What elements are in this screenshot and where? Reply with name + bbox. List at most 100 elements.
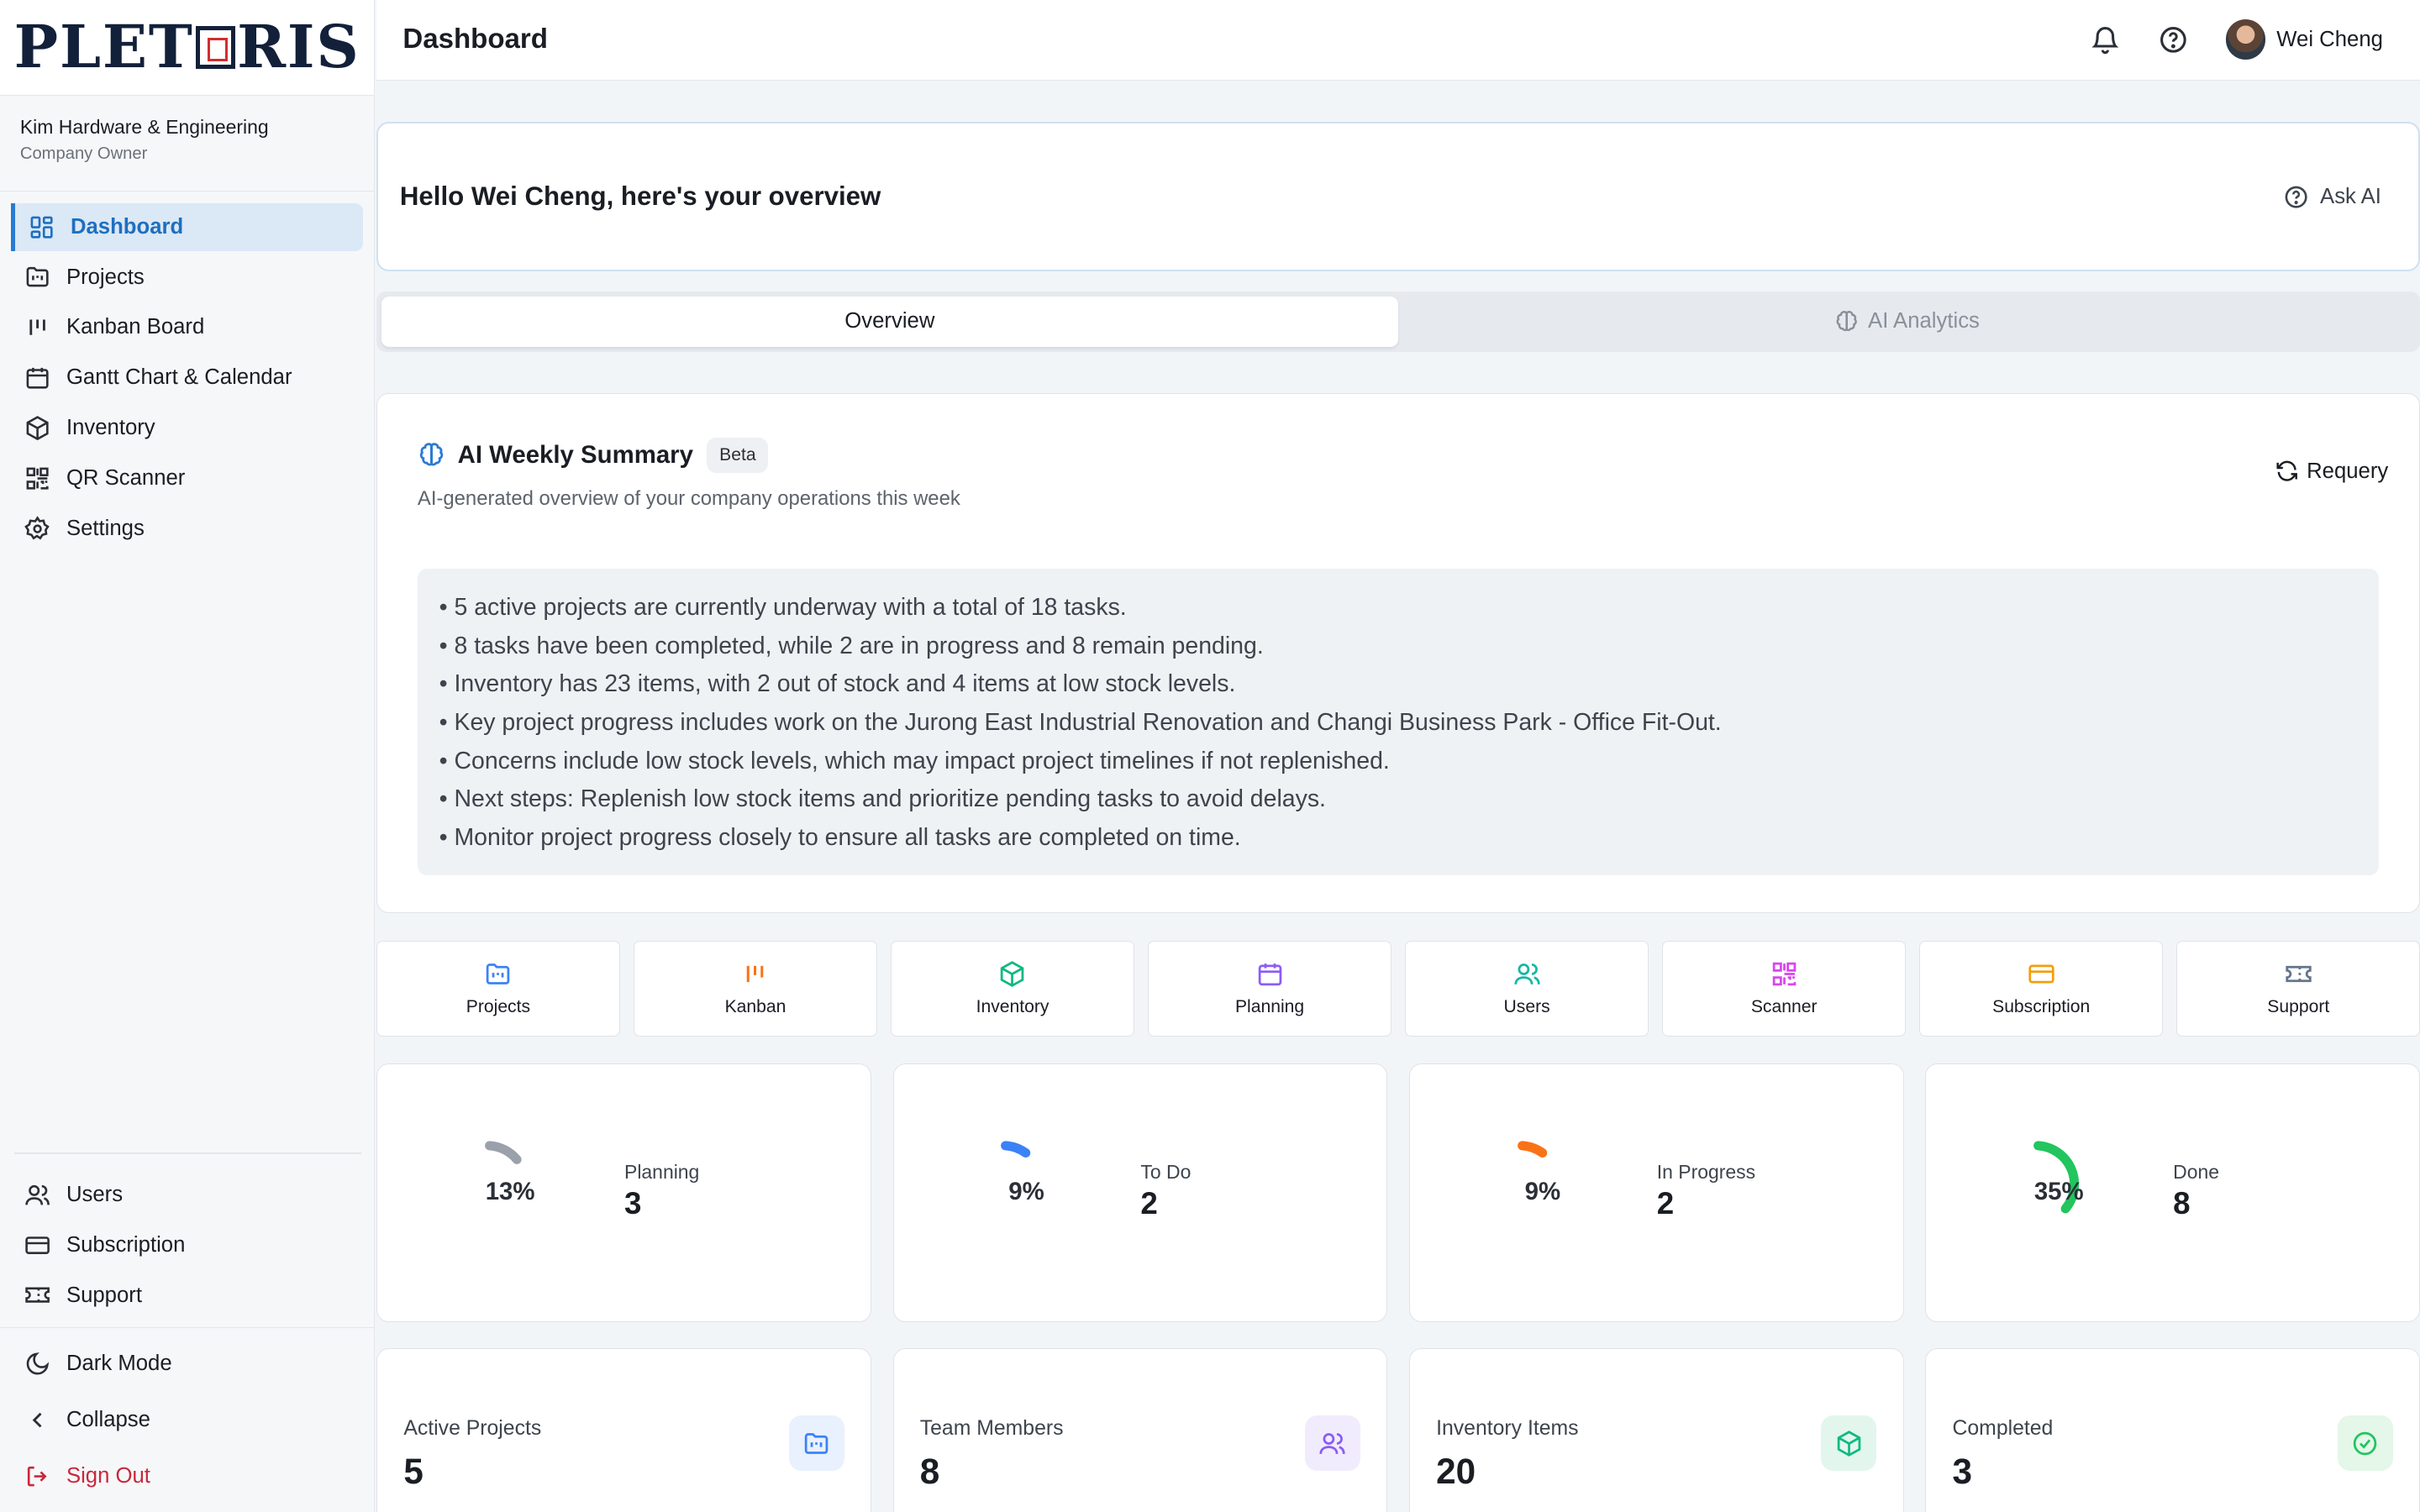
brain-icon xyxy=(1836,311,1857,332)
progress-percent: 9% xyxy=(1008,1178,1044,1206)
card-icon xyxy=(2028,964,2054,984)
progress-ring: 9% xyxy=(1489,1115,1597,1238)
progress-percent: 13% xyxy=(485,1178,535,1206)
logo-text-left: PLET xyxy=(13,13,194,82)
quick-action-kanban[interactable]: Kanban xyxy=(634,941,877,1037)
summary-body: • 5 active projects are currently underw… xyxy=(417,568,2380,876)
sidebar-item-label: Inventory xyxy=(66,416,155,440)
tab-overview[interactable]: Overview xyxy=(381,296,1399,348)
summary-bullet: • 8 tasks have been completed, while 2 a… xyxy=(439,632,1264,659)
metric-completed[interactable]: Completed 3 xyxy=(1925,1348,2420,1512)
metric-inventory-items[interactable]: Inventory Items 20 xyxy=(1408,1348,1904,1512)
metric-label: Active Projects xyxy=(403,1417,542,1441)
check-circle-icon xyxy=(2353,1431,2377,1456)
folder-icon xyxy=(26,267,49,287)
sidebar-item-gantt-calendar[interactable]: Gantt Chart & Calendar xyxy=(11,354,364,402)
summary-bullet: • Next steps: Replenish low stock items … xyxy=(439,785,1326,813)
progress-arc xyxy=(1001,1141,1031,1158)
top-header: Dashboard Wei Cheng xyxy=(376,0,2420,81)
qr-icon xyxy=(26,467,49,490)
sidebar: PLET RIS Kim Hardware & Engineering Comp… xyxy=(0,0,376,1512)
sidebar-item-subscription[interactable]: Subscription xyxy=(11,1221,365,1269)
requery-button[interactable]: Requery xyxy=(2275,459,2389,483)
metric-cards: Active Projects 5 Team Members 8 Invento… xyxy=(376,1348,2420,1512)
moon-icon xyxy=(27,1352,50,1375)
sidebar-item-label: Gantt Chart & Calendar xyxy=(66,365,292,390)
box-icon xyxy=(1837,1430,1861,1457)
sidebar-item-label: Kanban Board xyxy=(66,315,205,339)
avatar[interactable] xyxy=(2225,19,2266,60)
metric-value: 20 xyxy=(1436,1451,1476,1491)
stat-card-to-do: 9% To Do 2 xyxy=(892,1063,1388,1323)
sidebar-item-label: Settings xyxy=(66,516,145,540)
quick-action-support[interactable]: Support xyxy=(2176,941,2420,1037)
stat-label: In Progress xyxy=(1656,1161,1756,1184)
sidebar-item-kanban-board[interactable]: Kanban Board xyxy=(11,303,364,351)
dashboard-icon xyxy=(30,216,53,239)
ask-ai-label: Ask AI xyxy=(2320,184,2381,208)
sidebar-footer: Dark Mode Collapse Sign Out xyxy=(0,1326,376,1512)
metric-icon-badge xyxy=(2337,1415,2393,1472)
metric-team-members[interactable]: Team Members 8 xyxy=(892,1348,1388,1512)
progress-ring: 13% xyxy=(456,1115,565,1238)
stat-value: 8 xyxy=(2173,1185,2191,1221)
sign-out-button[interactable]: Sign Out xyxy=(11,1449,365,1503)
sidebar-item-projects[interactable]: Projects xyxy=(11,254,364,302)
quick-action-planning[interactable]: Planning xyxy=(1148,941,1392,1037)
tab-label: AI Analytics xyxy=(1868,309,1980,333)
logo-mark-icon xyxy=(195,25,236,70)
sidebar-nav: Dashboard Projects Kanban Board Gantt Ch… xyxy=(0,192,374,553)
dark-mode-toggle[interactable]: Dark Mode xyxy=(11,1336,365,1390)
stat-value: 2 xyxy=(1140,1185,1158,1221)
quick-action-label: Users xyxy=(1503,997,1550,1017)
logo-text-right: RIS xyxy=(237,13,360,82)
progress-arc xyxy=(1517,1141,1547,1158)
stat-label: Done xyxy=(2173,1161,2219,1184)
company-role: Company Owner xyxy=(19,144,148,164)
stat-label: To Do xyxy=(1140,1161,1192,1184)
quick-action-users[interactable]: Users xyxy=(1405,941,1649,1037)
qr-icon xyxy=(1772,963,1796,986)
progress-ring-graphic xyxy=(1517,1141,1547,1158)
box-icon xyxy=(1001,961,1024,988)
sidebar-item-settings[interactable]: Settings xyxy=(11,505,364,553)
quick-action-subscription[interactable]: Subscription xyxy=(1919,941,2163,1037)
bell-icon[interactable] xyxy=(2090,24,2121,55)
progress-ring: 35% xyxy=(2005,1115,2113,1238)
refresh-icon xyxy=(2275,461,2297,482)
help-icon[interactable] xyxy=(2158,24,2189,55)
view-tabs: Overview AI Analytics xyxy=(376,291,2420,352)
sidebar-item-inventory[interactable]: Inventory xyxy=(11,404,364,452)
greeting-text: Hello Wei Cheng, here's your overview xyxy=(399,181,881,212)
help-circle-icon xyxy=(2285,186,2307,208)
ticket-icon xyxy=(2286,966,2312,983)
progress-percent: 35% xyxy=(2033,1178,2084,1206)
metric-active-projects[interactable]: Active Projects 5 xyxy=(376,1348,871,1512)
sidebar-item-dashboard[interactable]: Dashboard xyxy=(10,202,364,251)
quick-action-inventory[interactable]: Inventory xyxy=(891,941,1134,1037)
status-stats: 13% Planning 3 9% To Do 2 9% In Progress xyxy=(376,1063,2420,1323)
brand-logo[interactable]: PLET RIS xyxy=(14,13,360,81)
sidebar-item-users[interactable]: Users xyxy=(11,1171,365,1219)
stat-card-in-progress: 9% In Progress 2 xyxy=(1408,1063,1904,1323)
logo-area: PLET RIS xyxy=(0,0,375,96)
user-name[interactable]: Wei Cheng xyxy=(2276,28,2383,52)
requery-label: Requery xyxy=(2307,459,2389,483)
quick-action-scanner[interactable]: Scanner xyxy=(1662,941,1906,1037)
sidebar-item-support[interactable]: Support xyxy=(11,1272,365,1320)
quick-action-projects[interactable]: Projects xyxy=(376,941,620,1037)
metric-icon-badge xyxy=(1304,1415,1360,1472)
tab-ai-analytics[interactable]: AI Analytics xyxy=(1398,297,2415,348)
ask-ai-button[interactable]: Ask AI xyxy=(2283,184,2381,210)
users-icon xyxy=(1513,963,1540,985)
quick-actions: Projects Kanban Inventory Planning Users… xyxy=(376,941,2420,1037)
collapse-button[interactable]: Collapse xyxy=(11,1393,365,1446)
header-actions: Wei Cheng xyxy=(2090,19,2420,60)
company-info: Kim Hardware & Engineering Company Owner xyxy=(0,96,375,192)
progress-percent: 9% xyxy=(1524,1178,1561,1206)
sidebar-item-qr-scanner[interactable]: QR Scanner xyxy=(11,454,364,502)
sidebar-bottom: Users Subscription Support Dark Mode Col… xyxy=(0,1152,376,1512)
metric-icon-badge xyxy=(1821,1415,1877,1472)
stat-value: 3 xyxy=(624,1185,642,1221)
calendar-icon xyxy=(1258,963,1281,986)
